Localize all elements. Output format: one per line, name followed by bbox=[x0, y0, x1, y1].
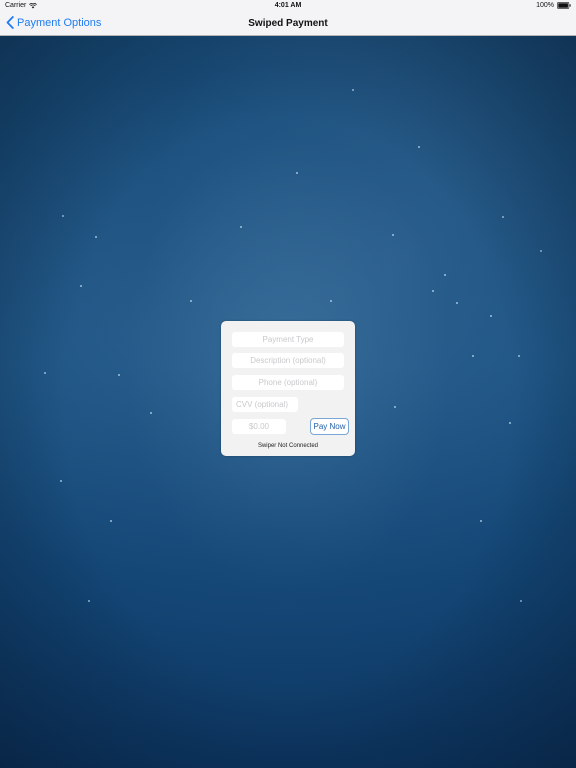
status-battery-group: 100% bbox=[536, 2, 571, 9]
description-input[interactable] bbox=[232, 353, 344, 368]
star bbox=[502, 216, 504, 218]
star bbox=[44, 372, 46, 374]
star bbox=[392, 234, 394, 236]
star bbox=[432, 290, 434, 292]
star bbox=[509, 422, 511, 424]
cvv-input[interactable] bbox=[232, 397, 298, 412]
star bbox=[352, 89, 354, 91]
star bbox=[296, 172, 298, 174]
swiper-status-label: Swiper Not Connected bbox=[257, 443, 319, 449]
star bbox=[62, 215, 64, 217]
amount-input[interactable] bbox=[232, 419, 286, 434]
star bbox=[60, 480, 62, 482]
status-bar: Carrier 4:01 AM 100% bbox=[0, 0, 576, 12]
star bbox=[330, 300, 332, 302]
star bbox=[394, 406, 396, 408]
star bbox=[418, 146, 420, 148]
star bbox=[520, 600, 522, 602]
star bbox=[472, 355, 474, 357]
page-title: Swiped Payment bbox=[248, 18, 328, 29]
star bbox=[150, 412, 152, 414]
star bbox=[240, 226, 242, 228]
payment-type-input[interactable] bbox=[232, 332, 344, 347]
star bbox=[190, 300, 192, 302]
star bbox=[444, 274, 446, 276]
star bbox=[456, 302, 458, 304]
pay-now-button[interactable]: Pay Now bbox=[310, 418, 349, 435]
star bbox=[80, 285, 82, 287]
star bbox=[518, 355, 520, 357]
battery-percent: 100% bbox=[536, 2, 554, 9]
star bbox=[110, 520, 112, 522]
star bbox=[95, 236, 97, 238]
star bbox=[88, 600, 90, 602]
star bbox=[540, 250, 542, 252]
star bbox=[480, 520, 482, 522]
status-time: 4:01 AM bbox=[274, 2, 302, 9]
screen: Carrier 4:01 AM 100% Payment Options Swi… bbox=[0, 0, 576, 768]
star bbox=[118, 374, 120, 376]
star bbox=[490, 315, 492, 317]
phone-input[interactable] bbox=[232, 375, 344, 390]
battery-icon bbox=[557, 2, 571, 9]
navigation-bar: Payment Options Swiped Payment bbox=[0, 12, 576, 36]
payment-card: Pay Now Swiper Not Connected bbox=[221, 321, 355, 456]
